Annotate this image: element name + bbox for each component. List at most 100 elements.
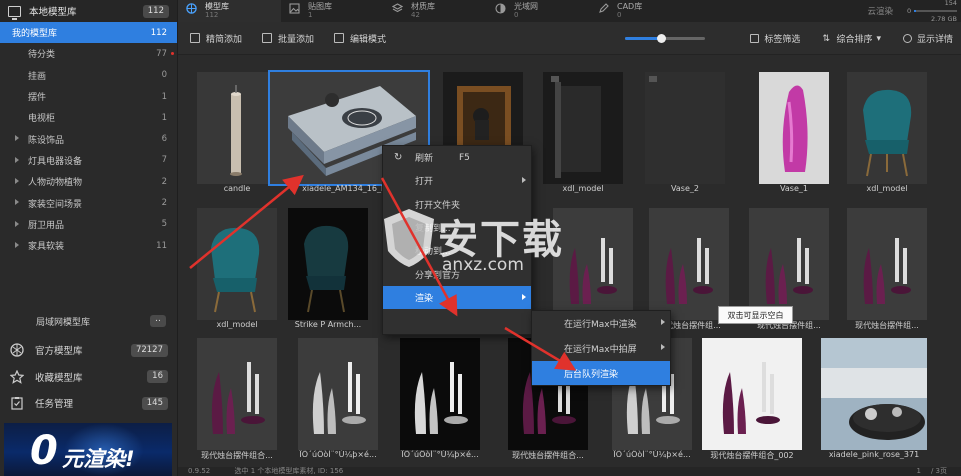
model-thumbnail[interactable] <box>400 338 480 450</box>
sidebar-item-label: 电视柜 <box>28 114 56 125</box>
clipboard-check-icon <box>11 397 23 410</box>
favorites-model-library[interactable]: 收藏模型库 16 <box>0 364 178 391</box>
model-name: 现代烛台摆件组... <box>855 321 919 330</box>
sidebar-item-uncategorized[interactable]: 待分类 77 <box>0 43 177 64</box>
sidebar-item-count: 6 <box>161 134 167 145</box>
model-thumbnail[interactable] <box>749 208 829 320</box>
sidebar-item-my-library[interactable]: 我的模型库 112 <box>0 22 177 44</box>
model-card[interactable]: 现代烛台摆件组合... <box>197 338 277 464</box>
menu-item-move-to[interactable]: 移动到... <box>383 239 531 262</box>
slider-handle[interactable] <box>657 34 666 43</box>
tab-materials[interactable]: 材质库 42 <box>384 0 487 22</box>
model-thumbnail[interactable] <box>645 72 725 184</box>
expand-arrow-icon[interactable] <box>15 220 19 227</box>
model-card[interactable]: Vase_1 <box>759 72 829 198</box>
model-card[interactable]: 现代烛台摆件组合_002 <box>702 338 802 464</box>
promo-banner[interactable]: 0 元渲染! <box>4 423 172 476</box>
model-thumbnail[interactable] <box>847 72 927 184</box>
model-card[interactable]: 现代烛台摆件组... <box>847 208 927 334</box>
official-model-library[interactable]: 官方模型库 72127 <box>0 337 178 364</box>
model-thumbnail[interactable] <box>298 338 378 450</box>
sidebar-category[interactable]: 家装空间场景 2 <box>0 192 177 213</box>
model-thumbnail[interactable] <box>543 72 623 184</box>
model-thumbnail[interactable] <box>702 338 802 450</box>
sidebar-item-paintings[interactable]: 挂画 0 <box>0 65 177 86</box>
tab-ies-lights[interactable]: 光域网 0 <box>487 0 590 22</box>
menu-item-label: 复制到... <box>415 224 451 235</box>
model-thumbnail[interactable] <box>649 208 729 320</box>
lan-model-library[interactable]: 局域网模型库 .. <box>0 310 178 332</box>
menu-item-share-official[interactable]: 分享到官方 <box>383 262 531 285</box>
local-model-library[interactable]: 本地模型库 112 <box>0 0 177 22</box>
menu-item-render-in-max[interactable]: 在运行Max中渲染 <box>532 311 670 336</box>
model-card[interactable]: Vase_2 <box>645 72 725 198</box>
slider-fill <box>625 37 661 40</box>
sidebar-category[interactable]: 人物动物植物 2 <box>0 171 177 192</box>
candle-set-image <box>765 238 813 304</box>
task-management-label: 任务管理 <box>35 399 74 411</box>
model-thumbnail[interactable] <box>553 208 633 320</box>
batch-add-button[interactable]: 批量添加 <box>262 32 314 45</box>
edit-mode-button[interactable]: 编辑模式 <box>334 32 386 45</box>
model-thumbnail[interactable] <box>847 208 927 320</box>
model-thumbnail[interactable] <box>821 338 927 450</box>
sidebar-category[interactable]: 厨卫用品 5 <box>0 214 177 235</box>
storage-used: 154 <box>944 0 957 7</box>
model-card[interactable]: candle <box>197 72 277 198</box>
expand-arrow-icon[interactable] <box>15 156 19 163</box>
precise-add-button[interactable]: 精简添加 <box>190 32 242 45</box>
sort-button[interactable]: ⇅ 综合排序 ▾ <box>822 32 881 46</box>
model-thumbnail[interactable] <box>288 208 368 320</box>
menu-item-viewport-capture[interactable]: 在运行Max中拍屏 <box>532 336 670 361</box>
model-thumbnail[interactable] <box>197 338 277 450</box>
sidebar-category[interactable]: 家具软装 11 <box>0 235 177 256</box>
white-candle-set-image <box>414 362 468 434</box>
model-card[interactable]: xiadele_pink_rose_371 <box>821 338 927 464</box>
tab-models[interactable]: 模型库 112 <box>178 0 281 22</box>
model-card[interactable]: xdl_model <box>543 72 623 198</box>
menu-item-label: 渲染 <box>415 293 434 304</box>
expand-arrow-icon[interactable] <box>15 135 19 142</box>
tag-filter-label: 标签筛选 <box>764 35 801 45</box>
menu-item-open-folder[interactable]: 打开文件夹 <box>383 193 531 216</box>
submenu-arrow-icon <box>661 344 665 350</box>
model-card[interactable]: ÏÖ´úÖòÌ¨°Ú¼þ×é... <box>298 338 378 464</box>
menu-item-label: 后台队列渲染 <box>564 369 619 380</box>
model-card[interactable]: xdl_model <box>197 208 277 334</box>
model-card[interactable]: Strike P Armch... <box>288 208 368 334</box>
model-card[interactable]: xdl_model <box>847 72 927 198</box>
page-number[interactable]: 1 <box>917 467 921 476</box>
tab-textures[interactable]: 贴图库 1 <box>281 0 384 22</box>
tag-filter-button[interactable]: 标签筛选 <box>750 32 800 45</box>
model-name: xiadele_pink_rose_371 <box>828 450 920 459</box>
show-details-button[interactable]: 显示详情 <box>902 32 953 45</box>
menu-item-copy-to[interactable]: 复制到... <box>383 216 531 239</box>
globe-icon <box>186 3 197 14</box>
menu-item-refresh[interactable]: ↻ 刷新 F5 <box>383 146 531 169</box>
menu-item-open[interactable]: 打开 <box>383 169 531 192</box>
task-management[interactable]: 任务管理 145 <box>0 390 178 417</box>
menu-item-background-queue-render[interactable]: 后台队列渲染 <box>532 361 670 385</box>
model-name: xdl_model <box>216 320 258 329</box>
model-thumbnail[interactable] <box>759 72 829 184</box>
candle-image <box>230 85 242 176</box>
lan-more-button[interactable]: .. <box>150 315 166 327</box>
precise-add-label: 精简添加 <box>206 34 243 45</box>
cloud-render-link[interactable]: 云渲染 <box>867 5 893 17</box>
expand-arrow-icon[interactable] <box>15 178 19 185</box>
tab-cad[interactable]: CAD库 0 <box>590 0 693 22</box>
white-candle-set-image <box>312 362 366 434</box>
sidebar-category[interactable]: 灯具电器设备 7 <box>0 150 177 171</box>
menu-item-render[interactable]: 渲染 <box>383 285 531 310</box>
model-thumbnail[interactable] <box>197 208 277 320</box>
sidebar-category[interactable]: 陈设饰品 6 <box>0 128 177 149</box>
thumbnail-size-slider[interactable] <box>625 34 705 43</box>
model-card[interactable]: ÏÖ´úÖòÌ¨°Ú¼þ×é... <box>400 338 480 464</box>
sidebar-item-tv-cabinet[interactable]: 电视柜 1 <box>0 107 177 128</box>
expand-arrow-icon[interactable] <box>15 199 19 206</box>
tab-label: 光域网 <box>514 2 538 11</box>
model-thumbnail[interactable] <box>197 72 277 184</box>
expand-arrow-icon[interactable] <box>15 241 19 248</box>
sidebar-item-ornaments[interactable]: 摆件 1 <box>0 86 177 107</box>
tab-label: CAD库 <box>617 2 643 11</box>
